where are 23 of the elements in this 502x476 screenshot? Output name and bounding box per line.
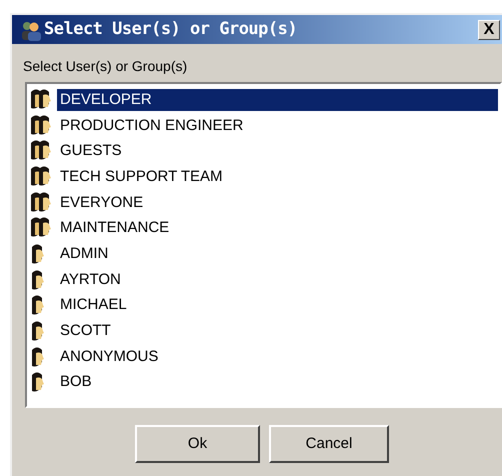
user-icon xyxy=(32,294,44,316)
list-item[interactable]: MICHAEL xyxy=(57,294,498,316)
user-icon xyxy=(32,242,44,265)
list-item[interactable]: TECH SUPPORT TEAM xyxy=(57,166,498,188)
user-icon xyxy=(32,268,44,291)
list-item[interactable]: GUESTS xyxy=(57,140,498,162)
user-icon xyxy=(32,371,44,394)
user-icon xyxy=(32,346,44,368)
list-item[interactable]: PRODUCTION ENGINEER xyxy=(57,114,498,137)
list-item[interactable]: BOB xyxy=(57,371,498,394)
list-item[interactable]: AYRTON xyxy=(57,268,498,291)
list-label: Select User(s) or Group(s) xyxy=(23,57,188,75)
list-item[interactable]: DEVELOPER xyxy=(57,88,498,111)
ok-button[interactable]: Ok xyxy=(135,425,260,463)
list-item[interactable]: ANONYMOUS xyxy=(57,346,498,368)
list-item[interactable]: SCOTT xyxy=(57,320,498,342)
user-icon xyxy=(32,320,44,342)
window-title: Select User(s) or Group(s) xyxy=(44,18,298,41)
list-item[interactable]: MAINTENANCE xyxy=(57,217,498,240)
list-item[interactable]: ADMIN xyxy=(57,242,498,265)
list-item[interactable]: EVERYONE xyxy=(57,192,498,214)
close-button[interactable]: X xyxy=(478,20,500,40)
cancel-button[interactable]: Cancel xyxy=(269,425,389,463)
